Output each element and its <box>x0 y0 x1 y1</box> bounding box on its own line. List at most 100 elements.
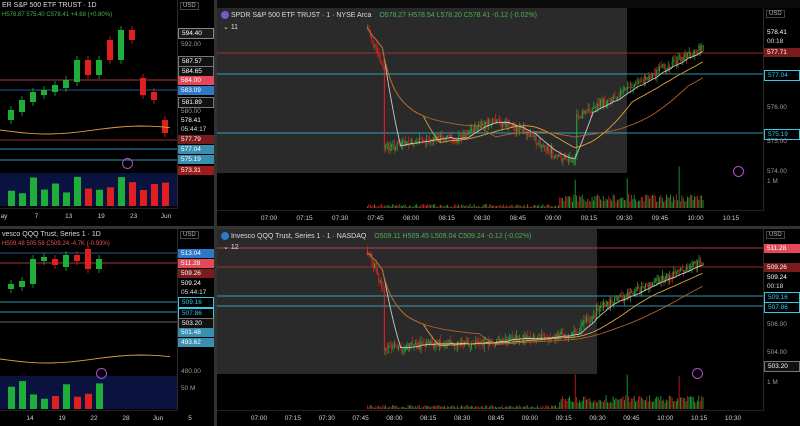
volume-bar <box>378 405 380 409</box>
volume-bar <box>628 396 629 409</box>
candle-body <box>694 50 695 55</box>
tick-577-79: 577.79 <box>178 135 214 144</box>
time-label: 09:00 <box>521 415 538 422</box>
volume-bar <box>560 399 562 409</box>
volume-bar <box>615 397 617 409</box>
volume-bar <box>367 405 368 409</box>
candle-body <box>626 86 628 91</box>
candle-body <box>406 344 408 350</box>
time-label: 09:30 <box>589 415 606 422</box>
spy-intraday-pane[interactable]: SPDR S&P 500 ETF TRUST · 1 · NYSE Arca O… <box>217 8 800 226</box>
volume-bar <box>371 405 373 409</box>
volume-bar <box>685 401 687 409</box>
candle-body <box>375 44 377 48</box>
candle-body <box>52 85 58 92</box>
volume-bar <box>601 200 603 208</box>
candle-body <box>403 140 405 142</box>
volume-bar <box>425 205 427 208</box>
volume-bar <box>685 200 687 208</box>
tick-581-89: 581.89 <box>178 97 214 108</box>
qqq-intraday-chart[interactable] <box>217 229 800 426</box>
currency-label: USD <box>180 2 199 10</box>
volume-bar <box>458 204 460 208</box>
candle-body <box>609 100 611 102</box>
clock-alert-icon[interactable] <box>122 158 133 169</box>
qqq-daily-pane[interactable]: vesco QQQ Trust, Series 1 · 1D H509.48 5… <box>0 229 214 426</box>
volume-bar <box>402 407 403 409</box>
candle-body <box>416 141 417 143</box>
volume-bar <box>652 195 653 208</box>
candle-body <box>469 129 471 133</box>
spy-daily-time-axis: ay 7 13 19 23 Jun <box>0 208 178 226</box>
volume-bar <box>497 407 499 409</box>
candle-body <box>393 344 395 346</box>
volume-bar <box>421 204 423 208</box>
candle-body <box>421 342 423 344</box>
volume-bar <box>473 407 475 409</box>
volume-bar <box>511 406 513 409</box>
candle-body <box>416 342 417 349</box>
volume-bar <box>498 205 500 208</box>
volume-bar <box>448 406 450 409</box>
volume-bar <box>459 206 461 208</box>
spy-intraday-chart[interactable] <box>217 8 800 226</box>
clock-alert-icon[interactable] <box>733 166 744 177</box>
candle-body <box>151 92 157 100</box>
volume-bar <box>588 200 590 208</box>
time-label: 07:30 <box>318 415 335 422</box>
volume-bar <box>659 196 660 208</box>
currency-label: USD <box>766 231 785 239</box>
candle-body <box>630 86 632 89</box>
indicator-collapse[interactable]: ⌄ 12 <box>223 243 239 251</box>
volume-bar <box>491 405 493 409</box>
candle-body <box>74 255 80 261</box>
tick-509-16: 509.16 <box>178 297 214 308</box>
tick-509-26: 509.26 <box>764 263 800 272</box>
volume-bar <box>444 206 446 208</box>
volume-bar <box>588 397 590 409</box>
candle-body <box>653 281 655 283</box>
spy-daily-price-axis[interactable]: USD 594.40 592.00 587.57 584.65 584.00 5… <box>177 0 214 226</box>
time-label: 09:00 <box>545 215 562 222</box>
tick-501-48: 501.48 <box>178 328 214 337</box>
volume-bar <box>650 400 652 409</box>
volume-bar <box>498 406 500 409</box>
candle-body <box>449 135 451 137</box>
candle-body <box>470 129 472 131</box>
candle-body <box>465 133 467 138</box>
volume-bar <box>689 194 691 208</box>
volume-bar <box>623 400 625 409</box>
volume-bar <box>681 397 683 409</box>
volume-bar <box>538 204 540 208</box>
volume-bar <box>619 398 621 409</box>
indicator-collapse[interactable]: ⌄ 11 <box>223 23 238 31</box>
volume-bar <box>404 407 406 409</box>
volume-bar <box>692 397 694 409</box>
candle-body <box>520 127 521 130</box>
symbol-logo-icon <box>221 232 229 240</box>
volume-bar <box>673 401 674 409</box>
volume-bar <box>96 189 103 206</box>
clock-alert-icon[interactable] <box>96 368 107 379</box>
time-label: 08:45 <box>509 215 526 222</box>
volume-bar <box>622 197 624 208</box>
volume-bar <box>503 204 505 208</box>
clock-alert-icon[interactable] <box>692 368 703 379</box>
time-label: 09:15 <box>555 415 572 422</box>
qqq-intraday-price-axis[interactable]: USD 511.28 509.26 509.24 00:18 509.16 50… <box>763 229 800 426</box>
spy-intraday-price-axis[interactable]: USD 578.41 00:18 577.71 577.04 576.00 57… <box>763 8 800 226</box>
volume-bar <box>600 199 601 208</box>
volume-bar <box>645 194 646 208</box>
qqq-intraday-pane[interactable]: Invesco QQQ Trust, Series 1 · 1 · NASDAQ… <box>217 229 800 426</box>
candle-body <box>383 289 385 351</box>
volume-bar <box>420 205 422 208</box>
volume-bar <box>698 199 700 208</box>
volume-bar <box>542 204 544 208</box>
candle-body <box>694 261 695 263</box>
qqq-daily-price-axis[interactable]: USD 513.04 511.28 509.26 509.24 05:44:17… <box>177 229 214 426</box>
volume-bar <box>607 402 608 409</box>
volume-bar <box>504 406 506 409</box>
spy-daily-pane[interactable]: ER S&P 500 ETF TRUST · 1D H578.87 575.40… <box>0 0 214 226</box>
volume-bar <box>496 206 497 208</box>
qqq-intraday-time-axis: 07:00 07:15 07:30 07:45 08:00 08:15 08:30 08:45… <box>217 410 764 426</box>
